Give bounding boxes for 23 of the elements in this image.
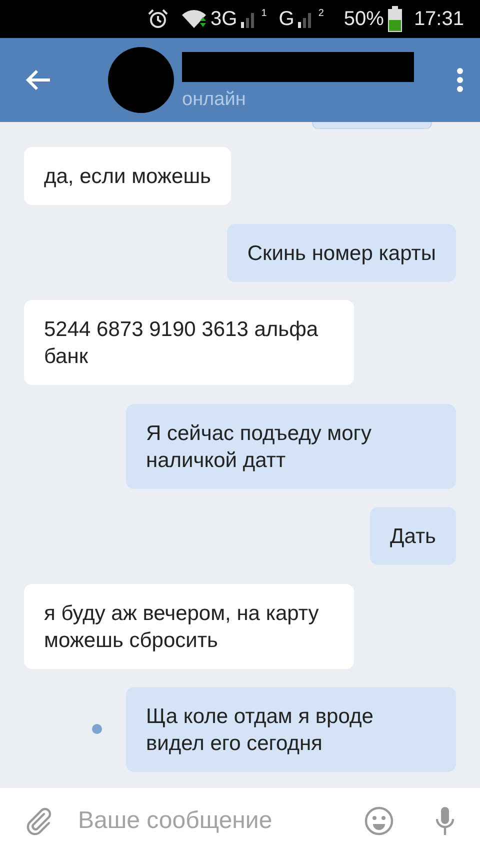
message-input[interactable]: Ваше сообщение	[78, 803, 328, 839]
more-options-button[interactable]	[456, 67, 464, 93]
network-type-label: G	[278, 7, 294, 32]
clock: 17:31	[414, 7, 464, 32]
back-button[interactable]	[24, 68, 52, 92]
sim-number: 2	[318, 7, 324, 21]
message-bubble: да, если можешь	[24, 147, 231, 206]
message-bubble: Дать	[370, 507, 456, 566]
network-type-label: 3G	[210, 7, 238, 32]
sim-number: 1	[261, 7, 267, 21]
message-bubble: Скинь номер карты	[227, 224, 456, 282]
battery-icon	[388, 6, 402, 32]
emoji-button[interactable]	[364, 806, 394, 836]
message-bubble: я буду аж вечером, на карту можешь сбросить	[24, 584, 354, 669]
message-bubble: 5244 6873 9190 3613 альфа банк	[24, 300, 354, 386]
online-status: онлайн	[182, 90, 247, 108]
message-bubble: Ща коле отдам я вроде видел его сегодня	[126, 686, 456, 772]
message-bubble: Я сейчас подъеду могу наличкой датт	[126, 404, 456, 489]
alarm-icon	[146, 8, 169, 30]
microphone-button[interactable]	[434, 806, 456, 836]
battery-percent: 50%	[344, 7, 384, 32]
attach-button[interactable]	[24, 806, 54, 836]
wifi-icon	[180, 9, 207, 29]
